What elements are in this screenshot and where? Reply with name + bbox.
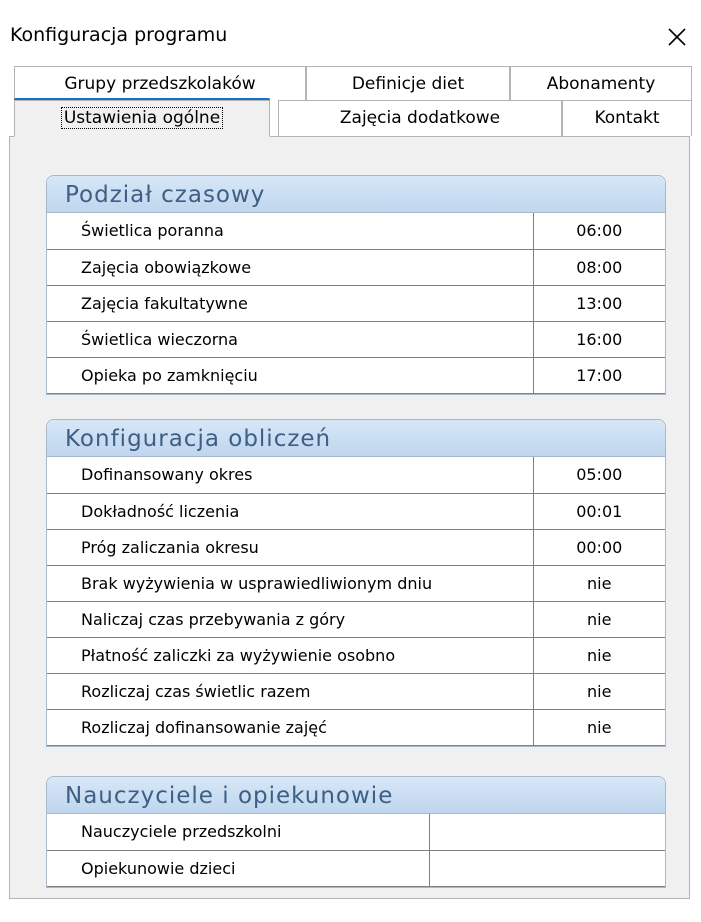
row-value[interactable]: 00:00: [532, 528, 665, 566]
tab-label: Zajęcia dodatkowe: [339, 108, 501, 128]
tab-abonamenty[interactable]: Abonamenty: [510, 66, 692, 102]
table-row[interactable]: Naliczaj czas przebywania z góry nie: [47, 600, 665, 638]
obliczenia-table: Dofinansowany okres 05:00 Dokładność licz…: [47, 457, 665, 746]
table-row[interactable]: Nauczyciele przedszkolni: [47, 814, 665, 851]
row-label: Nauczyciele przedszkolni: [47, 814, 430, 851]
tab-kontakt[interactable]: Kontakt: [562, 100, 692, 136]
row-value[interactable]: 16:00: [532, 320, 665, 358]
row-value[interactable]: nie: [532, 564, 665, 602]
window-title: Konfiguracja programu: [10, 24, 228, 46]
table-row[interactable]: Świetlica wieczorna 16:00: [47, 320, 665, 358]
section-title: Nauczyciele i opiekunowie: [47, 777, 665, 814]
close-icon[interactable]: [662, 22, 692, 52]
row-label: Rozliczaj czas świetlic razem: [47, 672, 534, 710]
section-konfiguracja-obliczen: Konfiguracja obliczeń Dofinansowany okre…: [46, 419, 666, 747]
row-label: Naliczaj czas przebywania z góry: [47, 600, 534, 638]
table-row[interactable]: Świetlica poranna 06:00: [47, 213, 665, 250]
row-value[interactable]: 05:00: [532, 457, 665, 494]
tab-label: Grupy przedszkolaków: [64, 74, 256, 94]
tab-label: Ustawienia ogólne: [60, 107, 224, 129]
table-row[interactable]: Opieka po zamknięciu 17:00: [47, 356, 665, 394]
row-value[interactable]: 00:01: [532, 492, 665, 530]
tab-label: Abonamenty: [546, 74, 656, 94]
table-row[interactable]: Próg zaliczania okresu 00:00: [47, 528, 665, 566]
table-row[interactable]: Opiekunowie dzieci: [47, 849, 665, 887]
tab-zajecia-dodatkowe[interactable]: Zajęcia dodatkowe: [278, 100, 562, 136]
tab-grupy-przedszkolakow[interactable]: Grupy przedszkolaków: [14, 66, 306, 102]
tab-ustawienia-ogolne[interactable]: Ustawienia ogólne: [14, 100, 270, 137]
section-nauczyciele-i-opiekunowie: Nauczyciele i opiekunowie Nauczyciele pr…: [46, 776, 666, 888]
row-label: Brak wyżywienia w usprawiedliwionym dniu: [47, 564, 534, 602]
row-value[interactable]: nie: [532, 708, 665, 746]
row-value[interactable]: nie: [532, 600, 665, 638]
section-title: Podział czasowy: [47, 176, 665, 213]
row-label: Próg zaliczania okresu: [47, 528, 534, 566]
table-row[interactable]: Dofinansowany okres 05:00: [47, 457, 665, 494]
section-podzial-czasowy: Podział czasowy Świetlica poranna 06:00 Z…: [46, 175, 666, 395]
row-label: Płatność zaliczki za wyżywienie osobno: [47, 636, 534, 674]
row-label: Świetlica poranna: [47, 213, 534, 250]
table-row[interactable]: Rozliczaj dofinansowanie zajęć nie: [47, 708, 665, 746]
tab-label: Definicje diet: [351, 74, 465, 94]
row-value[interactable]: 13:00: [532, 284, 665, 322]
table-row[interactable]: Zajęcia obowiązkowe 08:00: [47, 248, 665, 286]
table-row[interactable]: Płatność zaliczki za wyżywienie osobno ni…: [47, 636, 665, 674]
row-label: Zajęcia fakultatywne: [47, 284, 534, 322]
row-value[interactable]: nie: [532, 672, 665, 710]
row-label: Dokładność liczenia: [47, 492, 534, 530]
row-label: Opiekunowie dzieci: [47, 849, 430, 887]
table-row[interactable]: Dokładność liczenia 00:01: [47, 492, 665, 530]
row-label: Opieka po zamknięciu: [47, 356, 534, 394]
row-label: Świetlica wieczorna: [47, 320, 534, 358]
row-value[interactable]: 17:00: [532, 356, 665, 394]
row-label: Zajęcia obowiązkowe: [47, 248, 534, 286]
table-row[interactable]: Zajęcia fakultatywne 13:00: [47, 284, 665, 322]
row-value[interactable]: 08:00: [532, 248, 665, 286]
row-value[interactable]: [428, 849, 665, 887]
row-value[interactable]: 06:00: [532, 213, 665, 250]
tab-label: Kontakt: [594, 108, 660, 128]
podzial-table: Świetlica poranna 06:00 Zajęcia obowiązko…: [47, 213, 665, 394]
row-label: Rozliczaj dofinansowanie zajęć: [47, 708, 534, 746]
tab-definicje-diet[interactable]: Definicje diet: [306, 66, 510, 102]
row-value[interactable]: nie: [532, 636, 665, 674]
row-value[interactable]: [428, 814, 665, 851]
table-row[interactable]: Brak wyżywienia w usprawiedliwionym dniu…: [47, 564, 665, 602]
section-title: Konfiguracja obliczeń: [47, 420, 665, 457]
table-row[interactable]: Rozliczaj czas świetlic razem nie: [47, 672, 665, 710]
nauczyciele-table: Nauczyciele przedszkolni Opiekunowie dzi…: [47, 814, 665, 887]
title-bar: Konfiguracja programu: [0, 0, 701, 62]
row-label: Dofinansowany okres: [47, 457, 534, 494]
